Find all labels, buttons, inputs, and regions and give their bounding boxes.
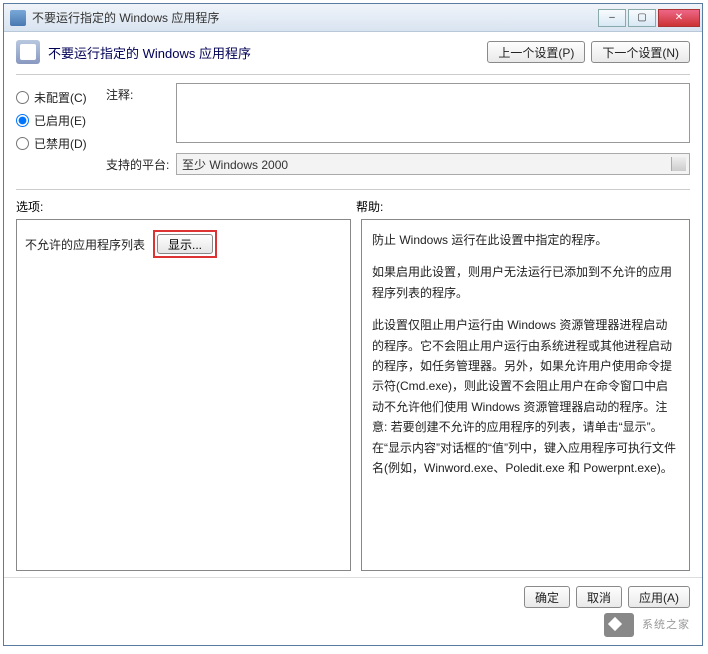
watermark-logo-icon [604,613,634,637]
options-label: 选项: [16,198,356,215]
apply-button[interactable]: 应用(A) [628,586,690,608]
header-title: 不要运行指定的 Windows 应用程序 [48,43,487,62]
watermark-text: 系统之家 [642,619,690,631]
radio-enabled[interactable]: 已启用(E) [16,112,106,129]
show-button[interactable]: 显示... [157,234,213,254]
show-button-highlight: 显示... [153,230,217,258]
radio-not-configured-label: 未配置(C) [34,89,87,106]
window-title: 不要运行指定的 Windows 应用程序 [32,9,598,26]
titlebar[interactable]: 不要运行指定的 Windows 应用程序 – ▢ ✕ [4,4,702,32]
section-labels: 选项: 帮助: [4,192,702,215]
comment-textarea[interactable] [176,83,690,143]
help-paragraph-2: 如果启用此设置，则用户无法运行已添加到不允许的应用程序列表的程序。 [372,262,679,303]
radio-disabled[interactable]: 已禁用(D) [16,135,106,152]
ok-button[interactable]: 确定 [524,586,570,608]
radio-not-configured[interactable]: 未配置(C) [16,89,106,106]
platform-label: 支持的平台: [106,153,176,175]
options-panel: 不允许的应用程序列表 显示... [16,219,351,571]
header-row: 不要运行指定的 Windows 应用程序 上一个设置(P) 下一个设置(N) [4,32,702,72]
dialog-window: 不要运行指定的 Windows 应用程序 – ▢ ✕ 不要运行指定的 Windo… [3,3,703,646]
minimize-button[interactable]: – [598,9,626,27]
footer: 确定 取消 应用(A) [4,577,702,616]
previous-setting-button[interactable]: 上一个设置(P) [487,41,585,63]
help-paragraph-3: 此设置仅阻止用户运行由 Windows 资源管理器进程启动的程序。它不会阻止用户… [372,315,679,478]
divider [16,74,690,75]
help-paragraph-1: 防止 Windows 运行在此设置中指定的程序。 [372,230,679,250]
disallowed-list-label: 不允许的应用程序列表 [25,236,145,253]
panels-row: 不允许的应用程序列表 显示... 防止 Windows 运行在此设置中指定的程序… [4,215,702,577]
help-panel: 防止 Windows 运行在此设置中指定的程序。 如果启用此设置，则用户无法运行… [361,219,690,571]
config-zone: 未配置(C) 已启用(E) 已禁用(D) 注释: 支持的平台: 至少 Windo… [4,77,702,187]
radio-disabled-input[interactable] [16,137,29,150]
radio-not-configured-input[interactable] [16,91,29,104]
policy-icon [16,40,40,64]
maximize-button[interactable]: ▢ [628,9,656,27]
help-label: 帮助: [356,198,690,215]
platform-value: 至少 Windows 2000 [182,156,288,173]
comment-label: 注释: [106,83,176,143]
divider-2 [16,189,690,190]
radio-enabled-label: 已启用(E) [34,112,86,129]
radio-enabled-input[interactable] [16,114,29,127]
next-setting-button[interactable]: 下一个设置(N) [591,41,690,63]
cancel-button[interactable]: 取消 [576,586,622,608]
radio-disabled-label: 已禁用(D) [34,135,87,152]
platform-dropdown[interactable]: 至少 Windows 2000 [176,153,690,175]
watermark: 系统之家 [604,613,690,637]
close-button[interactable]: ✕ [658,9,700,27]
app-icon [10,10,26,26]
